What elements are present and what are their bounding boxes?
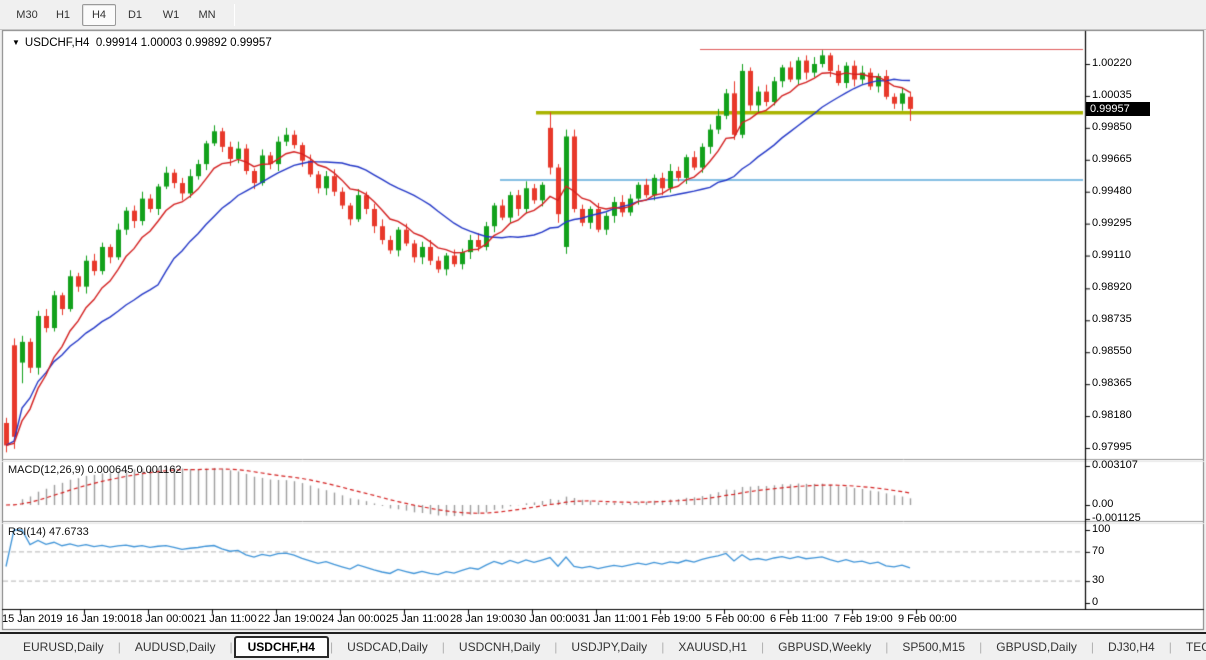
timeframe-button-w1[interactable]: W1 [154, 4, 188, 26]
time-axis-label: 9 Feb 00:00 [898, 613, 957, 625]
time-axis-label: 16 Jan 19:00 [66, 613, 130, 625]
tab-gbpusd-weekly[interactable]: GBPUSD,Weekly [765, 637, 884, 657]
price-axis-label: 0.98735 [1092, 313, 1132, 325]
time-axis-label: 7 Feb 19:00 [834, 613, 893, 625]
time-axis-label: 24 Jan 00:00 [322, 613, 386, 625]
time-axis-label: 18 Jan 00:00 [130, 613, 194, 625]
time-axis-label: 5 Feb 00:00 [706, 613, 765, 625]
tab-separator: | [229, 640, 234, 654]
time-axis-label: 25 Jan 11:00 [386, 613, 449, 625]
price-axis-label: 0.98920 [1092, 281, 1132, 293]
tab-tech100-h1[interactable]: TECH100,H1 [1173, 637, 1206, 657]
rsi-axis-label: 0 [1092, 596, 1098, 608]
time-axis-label: 28 Jan 19:00 [450, 613, 514, 625]
timeframe-button-mn[interactable]: MN [190, 4, 224, 26]
price-axis-label: 0.97995 [1092, 441, 1132, 453]
tab-sp500-m15[interactable]: SP500,M15 [889, 637, 978, 657]
time-axis-label: 21 Jan 11:00 [194, 613, 257, 625]
time-axis-label: 1 Feb 19:00 [642, 613, 701, 625]
toolbar-separator [234, 4, 235, 26]
time-axis-label: 31 Jan 11:00 [578, 613, 641, 625]
tab-dj30-h4[interactable]: DJ30,H4 [1095, 637, 1168, 657]
macd-value-main: 0.000645 [87, 464, 133, 476]
chart-ohlc: 0.99914 1.00003 0.99892 0.99957 [96, 37, 272, 49]
timeframe-toolbar: M30H1H4D1W1MN [0, 0, 1206, 30]
timeframe-button-m30[interactable]: M30 [10, 4, 44, 26]
tab-audusd-daily[interactable]: AUDUSD,Daily [122, 637, 229, 657]
tab-xauusd-h1[interactable]: XAUUSD,H1 [665, 637, 760, 657]
tab-usdcnh-daily[interactable]: USDCNH,Daily [446, 637, 553, 657]
chart-tab-bar: EURUSD,Daily|AUDUSD,Daily|USDCHF,H4|USDC… [0, 632, 1206, 660]
time-axis-label: 6 Feb 11:00 [770, 613, 828, 625]
chart-canvas[interactable] [0, 0, 1206, 660]
price-axis-label: 0.99480 [1092, 185, 1132, 197]
price-axis-label: 0.98365 [1092, 377, 1132, 389]
time-axis-label: 15 Jan 2019 [2, 613, 63, 625]
tab-usdjpy-daily[interactable]: USDJPY,Daily [558, 637, 660, 657]
chart-symbol: USDCHF,H4 [25, 37, 90, 49]
price-axis-label: 0.99850 [1092, 121, 1132, 133]
macd-value-signal: 0.001162 [136, 464, 181, 476]
macd-title: MACD(12,26,9) [8, 464, 84, 476]
macd-axis-label: 0.00 [1092, 498, 1113, 510]
price-axis-label: 0.99110 [1092, 249, 1131, 261]
tab-gbpusd-daily[interactable]: GBPUSD,Daily [983, 637, 1090, 657]
timeframe-button-d1[interactable]: D1 [118, 4, 152, 26]
timeframe-button-h1[interactable]: H1 [46, 4, 80, 26]
rsi-axis-label: 30 [1092, 574, 1104, 586]
rsi-axis-label: 100 [1092, 523, 1110, 535]
current-price-badge: 0.99957 [1086, 102, 1150, 116]
chart-dropdown-icon: ▼ [12, 38, 20, 47]
timeframe-button-h4[interactable]: H4 [82, 4, 116, 26]
price-axis-label: 1.00220 [1092, 57, 1132, 69]
time-axis-label: 30 Jan 00:00 [514, 613, 578, 625]
chart-title: ▼ USDCHF,H4 0.99914 1.00003 0.99892 0.999… [12, 37, 272, 49]
price-axis-label: 0.98180 [1092, 409, 1132, 421]
tab-eurusd-daily[interactable]: EURUSD,Daily [10, 637, 117, 657]
macd-indicator-label: MACD(12,26,9) 0.000645 0.001162 [8, 464, 182, 476]
price-axis-label: 0.99665 [1092, 153, 1132, 165]
rsi-axis-label: 70 [1092, 545, 1104, 557]
price-axis-label: 0.98550 [1092, 345, 1132, 357]
price-axis-label: 0.99295 [1092, 217, 1132, 229]
time-axis-label: 22 Jan 19:00 [258, 613, 322, 625]
macd-axis-label: 0.003107 [1092, 459, 1138, 471]
mt4-window: M30H1H4D1W1MN ▼ USDCHF,H4 0.99914 1.00003… [0, 0, 1206, 660]
rsi-title: RSI(14) [8, 526, 46, 538]
rsi-indicator-label: RSI(14) 47.6733 [8, 526, 89, 538]
tab-usdcad-daily[interactable]: USDCAD,Daily [334, 637, 441, 657]
rsi-value: 47.6733 [49, 526, 89, 538]
tab-usdchf-h4[interactable]: USDCHF,H4 [234, 636, 329, 658]
price-axis-label: 1.00035 [1092, 89, 1132, 101]
